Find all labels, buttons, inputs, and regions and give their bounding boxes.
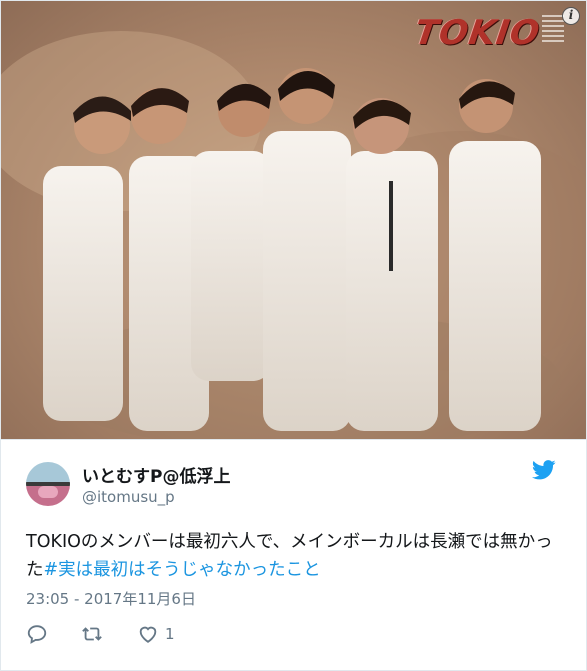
info-icon[interactable]: i [562,7,580,25]
tweet-text: TOKIOのメンバーは最初六人で、メインボーカルは長瀬では無かった#実は最初はそ… [26,528,561,584]
hashtag-link[interactable]: #実は最初はそうじゃなかったこと [44,560,321,580]
retweet-icon[interactable] [80,623,104,647]
reply-icon[interactable] [26,623,48,647]
tweet-timestamp[interactable]: 23:05 - 2017年11月6日 [26,588,196,609]
logo-member-names [542,15,564,45]
tweet-card: TOKIO i いとむすP@低浮上 @itomusu_p TOKIOのメンバーは… [0,0,587,671]
like-count[interactable]: 1 [165,625,175,643]
avatar[interactable] [26,462,70,506]
tokio-logo: TOKIO [412,13,543,53]
twitter-bird-icon[interactable] [532,460,556,480]
tweet-photo[interactable]: TOKIO i [1,1,586,440]
tweet-body: いとむすP@低浮上 @itomusu_p TOKIOのメンバーは最初六人で、メイ… [1,440,586,670]
user-handle[interactable]: @itomusu_p [82,488,175,506]
band-photo-illustration [1,31,586,439]
display-name[interactable]: いとむすP@低浮上 [82,462,230,487]
heart-icon[interactable] [136,623,160,647]
